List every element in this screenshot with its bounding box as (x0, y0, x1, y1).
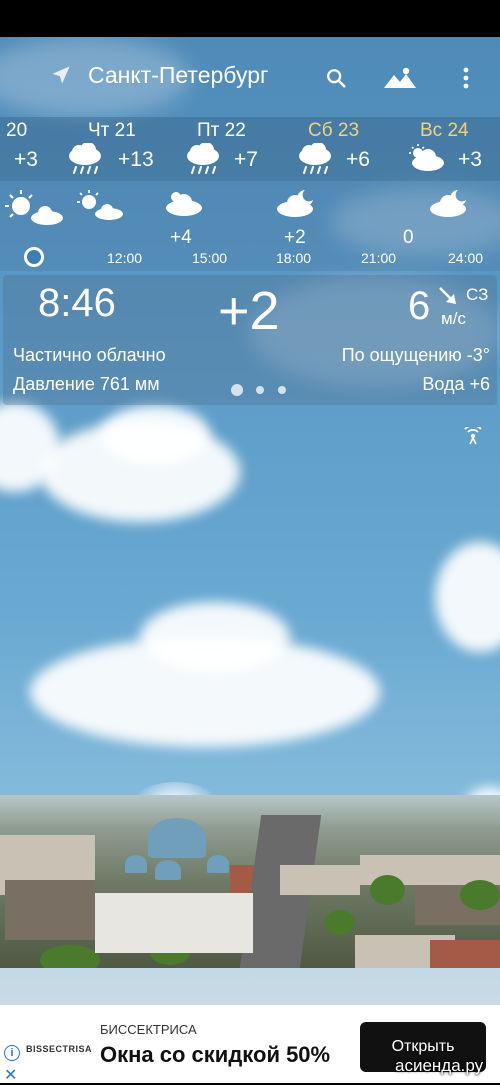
day-temp: +3 (458, 148, 482, 171)
rain-cloud-icon (69, 143, 101, 174)
current-temperature: +2 (218, 281, 280, 341)
more-menu-button[interactable] (448, 60, 484, 96)
cathedral-dome (148, 818, 206, 858)
wind-unit: м/с (441, 309, 466, 328)
day-temp: +13 (118, 148, 154, 171)
sun-cloud-icon (166, 192, 202, 216)
search-button[interactable] (318, 60, 354, 96)
day-label: Вс 24 (420, 120, 469, 141)
day-temp: +7 (234, 148, 258, 171)
cathedral (95, 893, 253, 953)
hour-temp: 0 (403, 227, 414, 248)
close-icon[interactable]: ✕ (4, 1065, 17, 1085)
city-name[interactable]: Санкт-Петербург (88, 62, 268, 89)
info-icon[interactable]: i (4, 1045, 20, 1061)
water-temp: Вода +6 (422, 374, 490, 394)
forecast-day[interactable]: Вс 24 +3 (404, 117, 500, 181)
landscape-icon (384, 67, 416, 88)
page-indicator (231, 384, 291, 396)
watermark: асиенда.ру (395, 1056, 484, 1075)
day-label: Пт 22 (197, 120, 246, 141)
now-indicator (24, 247, 44, 267)
moon-cloud-icon (430, 190, 466, 217)
day-label: Чт 21 (88, 120, 136, 141)
hourly-forecast[interactable]: +4 +2 0 12:00 15:00 18:00 21:00 24:00 (0, 181, 500, 271)
moon-cloud-icon (277, 190, 313, 217)
status-bar (0, 0, 500, 37)
ad-title[interactable]: Окна со скидкой 50% (100, 1042, 330, 1068)
ad-brand: БИССЕКТРИСА (100, 1022, 197, 1037)
hour-time: 24:00 (448, 250, 484, 266)
day-temp: +6 (346, 148, 370, 171)
hour-time: 12:00 (107, 250, 143, 266)
rain-cloud-icon (299, 143, 331, 174)
pressure: Давление 761 мм (13, 374, 160, 394)
sun-cloud-icon (77, 190, 123, 220)
forecast-day[interactable]: Чт 21 +13 (66, 117, 176, 181)
forecast-day[interactable]: Сб 23 +6 (296, 117, 406, 181)
feels-like: По ощущению -3° (341, 345, 490, 365)
day-label: Сб 23 (308, 120, 360, 141)
hour-time: 15:00 (192, 250, 228, 266)
background-button[interactable] (381, 60, 419, 96)
forecast-day[interactable]: Пт 22 +7 (184, 117, 294, 181)
day-label: 20 (6, 120, 28, 141)
day-temp: +3 (14, 148, 38, 171)
rain-cloud-icon (187, 143, 219, 174)
condition-text: Частично облачно (13, 345, 166, 365)
location-arrow-icon[interactable] (48, 62, 74, 88)
hour-time: 18:00 (276, 250, 312, 266)
current-time: 8:46 (38, 281, 116, 325)
daily-forecast-strip[interactable]: 20 +3 Чт 21 +13 Пт 22 +7 Сб 23 +6 Вс 24 … (0, 117, 500, 181)
wind-speed: 6 (408, 284, 431, 328)
more-vert-icon (463, 67, 469, 89)
hour-time: 21:00 (361, 250, 397, 266)
hour-temp: +4 (170, 227, 192, 248)
wind-direction-icon (439, 287, 456, 304)
radar-icon[interactable] (462, 427, 484, 445)
wind-direction: СЗ (466, 285, 489, 304)
sun-cloud-icon (409, 144, 444, 171)
sun-cloud-icon (5, 190, 63, 225)
hour-temp: +2 (284, 227, 306, 248)
search-icon (327, 69, 346, 88)
ad-logo: BISSECTRISA (26, 1044, 93, 1054)
